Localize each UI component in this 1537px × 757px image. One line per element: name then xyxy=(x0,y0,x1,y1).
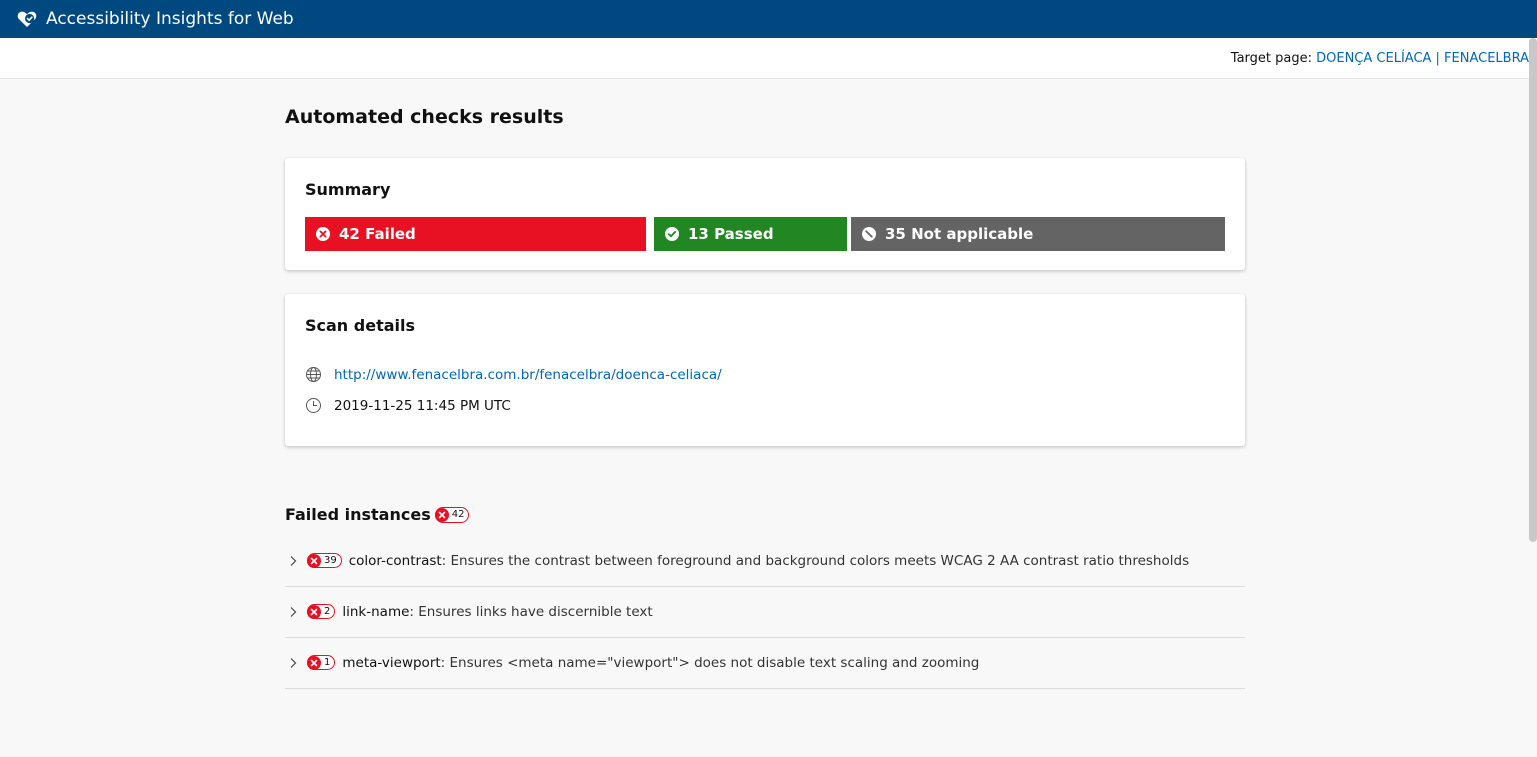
failed-x-icon xyxy=(307,604,321,619)
not-applicable-icon xyxy=(861,226,877,242)
not-applicable-summary-bar: 35 Not applicable xyxy=(851,217,1225,251)
rule-failure-count-badge: 1 xyxy=(307,655,336,670)
rule-failure-count-badge: 2 xyxy=(307,604,336,619)
rule-row-link-name[interactable]: 2 link-name: Ensures links have discerni… xyxy=(285,586,1245,638)
failed-summary-bar: 42 Failed xyxy=(305,217,646,251)
failed-instances-label: Failed instances xyxy=(285,505,431,524)
chevron-right-icon[interactable] xyxy=(288,606,298,618)
failed-x-icon xyxy=(315,226,331,242)
heart-check-logo-icon xyxy=(16,8,38,30)
rule-failure-count: 1 xyxy=(324,657,331,668)
rule-id: color-contrast xyxy=(348,552,442,569)
rule-description: : Ensures <meta name="viewport"> does no… xyxy=(440,654,980,671)
target-page-link[interactable]: DOENÇA CELÍACA | FENACELBRA xyxy=(1316,51,1529,66)
clock-icon xyxy=(305,397,322,414)
failed-count: 42 xyxy=(451,509,465,520)
rule-row-meta-viewport[interactable]: 1 meta-viewport: Ensures <meta name="vie… xyxy=(285,637,1245,689)
passed-summary-bar: 13 Passed xyxy=(654,217,847,251)
failed-x-icon xyxy=(307,655,321,670)
failed-summary-label: 42 Failed xyxy=(339,225,416,243)
rule-id: meta-viewport xyxy=(342,654,441,671)
target-page-bar: Target page: DOENÇA CELÍACA | FENACELBRA xyxy=(0,38,1537,79)
rule-failure-count: 2 xyxy=(324,606,331,617)
failed-x-icon xyxy=(307,553,321,568)
failed-x-icon xyxy=(434,507,449,522)
app-title: Accessibility Insights for Web xyxy=(46,9,294,29)
failed-count-badge: 42 xyxy=(434,506,470,523)
summary-title: Summary xyxy=(305,180,391,199)
globe-icon xyxy=(305,366,322,383)
vertical-scrollbar[interactable] xyxy=(1529,38,1537,542)
rule-id: link-name xyxy=(342,603,410,620)
scan-details-card: Scan details http://www.fenacelbra.com.b… xyxy=(285,294,1245,446)
scan-url-link[interactable]: http://www.fenacelbra.com.br/fenacelbra/… xyxy=(334,367,722,383)
scan-details-title: Scan details xyxy=(305,316,416,335)
passed-summary-label: 13 Passed xyxy=(688,225,774,243)
chevron-right-icon[interactable] xyxy=(288,555,298,567)
summary-card: Summary 42 Failed 13 Passed 35 Not appli… xyxy=(285,158,1245,270)
chevron-right-icon[interactable] xyxy=(288,657,298,669)
rule-failure-count-badge: 39 xyxy=(307,553,342,568)
app-header: Accessibility Insights for Web xyxy=(0,0,1537,38)
not-applicable-summary-label: 35 Not applicable xyxy=(885,225,1034,243)
target-page-label: Target page: xyxy=(1230,51,1317,66)
rule-failure-count: 39 xyxy=(324,555,337,566)
failed-instances-title: Failed instances 42 xyxy=(285,505,470,524)
scan-time-row: 2019-11-25 11:45 PM UTC xyxy=(305,397,511,414)
scan-url-row: http://www.fenacelbra.com.br/fenacelbra/… xyxy=(305,366,722,383)
passed-check-icon xyxy=(664,226,680,242)
rule-description: : Ensures the contrast between foregroun… xyxy=(441,552,1190,569)
rule-row-color-contrast[interactable]: 39 color-contrast: Ensures the contrast … xyxy=(285,535,1245,587)
scan-timestamp: 2019-11-25 11:45 PM UTC xyxy=(334,397,511,414)
rule-description: : Ensures links have discernible text xyxy=(409,603,653,620)
page-title: Automated checks results xyxy=(285,106,564,128)
